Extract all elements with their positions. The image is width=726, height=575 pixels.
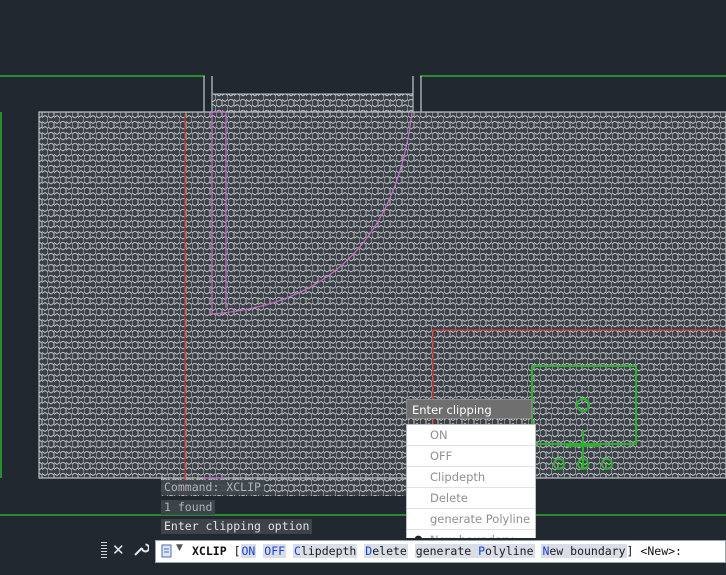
- close-icon[interactable]: ✕: [112, 541, 125, 559]
- option-hotkey: ON: [241, 544, 256, 558]
- option-rest: generate: [415, 544, 479, 558]
- chevron-down-icon[interactable]: ▼: [176, 543, 183, 553]
- command-name: XCLIP: [192, 544, 227, 558]
- floor-hatch: [38, 93, 726, 496]
- option-on[interactable]: ON: [240, 544, 257, 558]
- command-prompt-icon[interactable]: [161, 544, 172, 558]
- default-option: <New>:: [640, 544, 682, 558]
- option-new-boundary[interactable]: New boundary: [541, 544, 627, 558]
- history-line-found: 1 found: [161, 500, 216, 515]
- close-bracket: ]: [626, 544, 634, 558]
- option-hotkey: C: [294, 544, 301, 558]
- menu-item-label: generate Polyline: [430, 512, 531, 526]
- menu-item-label: Clipdepth: [430, 470, 486, 484]
- menu-item-generate-polyline[interactable]: generate Polyline: [407, 509, 535, 530]
- option-menu: ON OFF Clipdepth Delete generate Polylin…: [406, 424, 536, 547]
- drag-handle[interactable]: [101, 542, 107, 560]
- option-rest: olyline: [485, 544, 534, 558]
- prompt-tooltip: Enter clipping option: [406, 399, 532, 437]
- menu-item-on[interactable]: ON: [407, 425, 535, 446]
- menu-item-clipdepth[interactable]: Clipdepth: [407, 467, 535, 488]
- option-rest: ew boundary: [549, 544, 626, 558]
- option-rest: elete: [372, 544, 407, 558]
- history-line-command: Command: XCLIP: [161, 480, 264, 495]
- history-line-prompt: Enter clipping option: [161, 519, 313, 534]
- command-text: XCLIP [ON OFF Clipdepth Delete generate …: [192, 541, 682, 562]
- menu-item-off[interactable]: OFF: [407, 446, 535, 467]
- open-bracket: [: [233, 544, 241, 558]
- command-line-input[interactable]: ▼ XCLIP [ON OFF Clipdepth Delete generat…: [155, 540, 726, 563]
- option-delete[interactable]: Delete: [364, 544, 408, 558]
- drawing-canvas[interactable]: [0, 0, 726, 575]
- option-generate-polyline[interactable]: generate Polyline: [414, 544, 535, 558]
- option-hotkey: OFF: [264, 544, 286, 558]
- option-off[interactable]: OFF: [263, 544, 287, 558]
- menu-item-label: ON: [430, 428, 448, 442]
- menu-item-label: OFF: [430, 449, 453, 463]
- menu-item-label: Delete: [430, 491, 468, 505]
- menu-item-delete[interactable]: Delete: [407, 488, 535, 509]
- option-hotkey: P: [478, 544, 486, 558]
- wrench-icon[interactable]: [133, 541, 150, 561]
- option-clipdepth[interactable]: Clipdepth: [293, 544, 358, 558]
- option-rest: lipdepth: [300, 544, 357, 558]
